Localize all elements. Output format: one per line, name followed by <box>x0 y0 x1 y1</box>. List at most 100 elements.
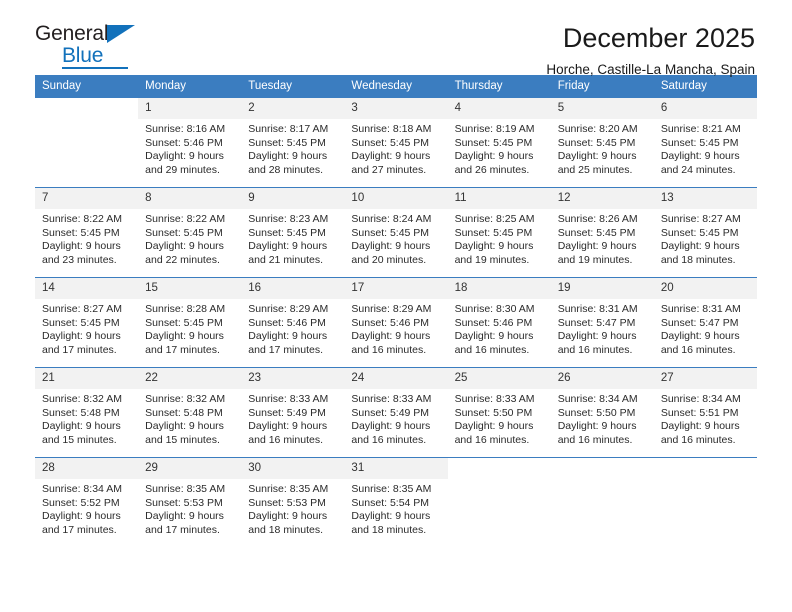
day-cell-4[interactable]: 4 Sunrise: 8:19 AM Sunset: 5:45 PM Daylight… <box>447 98 551 187</box>
day-cell-24[interactable]: 24 Sunrise: 8:33 AM Sunset: 5:49 PM Dayligh… <box>344 368 448 457</box>
day-cell-11[interactable]: 11 Sunrise: 8:25 AM Sunset: 5:45 PM Dayligh… <box>447 188 551 277</box>
day-cell-22[interactable]: 22 Sunrise: 8:32 AM Sunset: 5:48 PM Dayligh… <box>138 368 242 457</box>
day-number: 14 <box>35 278 139 299</box>
logo-text-blue: Blue <box>62 44 104 67</box>
day-number: 30 <box>241 458 345 479</box>
daylight-text-line1: Daylight: 9 hours <box>248 240 328 253</box>
daylight-text-line2: and 15 minutes. <box>145 433 220 446</box>
day-details: Sunrise: 8:33 AM Sunset: 5:50 PM Daylight:… <box>448 389 551 447</box>
sunset-text: Sunset: 5:46 PM <box>145 136 223 149</box>
sunset-text: Sunset: 5:50 PM <box>454 406 533 419</box>
day-cell-30[interactable]: 30 Sunrise: 8:35 AM Sunset: 5:53 PM Dayligh… <box>241 458 345 547</box>
day-cell-empty <box>35 98 139 187</box>
general-blue-logo[interactable]: General Blue <box>35 22 145 70</box>
day-details: Sunrise: 8:22 AM Sunset: 5:45 PM Daylight:… <box>35 209 138 267</box>
day-cell-10[interactable]: 10 Sunrise: 8:24 AM Sunset: 5:45 PM Dayligh… <box>344 188 448 277</box>
daylight-text-line2: and 18 minutes. <box>351 523 427 536</box>
day-number: 26 <box>550 368 654 389</box>
day-details: Sunrise: 8:16 AM Sunset: 5:46 PM Daylight:… <box>138 119 241 177</box>
weekday-header-saturday: Saturday <box>660 80 707 92</box>
day-cell-19[interactable]: 19 Sunrise: 8:31 AM Sunset: 5:47 PM Dayligh… <box>550 278 654 367</box>
day-cell-2[interactable]: 2 Sunrise: 8:17 AM Sunset: 5:45 PM Daylight… <box>241 98 345 187</box>
day-cell-18[interactable]: 18 Sunrise: 8:30 AM Sunset: 5:46 PM Dayligh… <box>447 278 551 367</box>
day-cell-16[interactable]: 16 Sunrise: 8:29 AM Sunset: 5:46 PM Dayligh… <box>241 278 345 367</box>
day-cell-31[interactable]: 31 Sunrise: 8:35 AM Sunset: 5:54 PM Dayligh… <box>344 458 448 547</box>
day-cell-26[interactable]: 26 Sunrise: 8:34 AM Sunset: 5:50 PM Dayligh… <box>550 368 654 457</box>
sunrise-text: Sunrise: 8:22 AM <box>145 213 226 225</box>
day-cell-13[interactable]: 13 Sunrise: 8:27 AM Sunset: 5:45 PM Dayligh… <box>653 188 757 277</box>
day-cell-1[interactable]: 1 Sunrise: 8:16 AM Sunset: 5:46 PM Daylight… <box>138 98 242 187</box>
daylight-text-line1: Daylight: 9 hours <box>660 420 740 433</box>
sunset-text: Sunset: 5:48 PM <box>42 406 120 419</box>
day-number: 15 <box>138 278 242 299</box>
day-cell-23[interactable]: 23 Sunrise: 8:33 AM Sunset: 5:49 PM Dayligh… <box>241 368 345 457</box>
daylight-text-line1: Daylight: 9 hours <box>454 240 534 253</box>
sunrise-text: Sunrise: 8:31 AM <box>557 303 638 315</box>
sunset-text: Sunset: 5:48 PM <box>145 406 223 419</box>
day-details: Sunrise: 8:32 AM Sunset: 5:48 PM Daylight:… <box>138 389 241 447</box>
sunset-text: Sunset: 5:45 PM <box>660 136 739 149</box>
day-cell-25[interactable]: 25 Sunrise: 8:33 AM Sunset: 5:50 PM Dayligh… <box>447 368 551 457</box>
day-details: Sunrise: 8:27 AM Sunset: 5:45 PM Daylight:… <box>654 209 757 267</box>
day-cell-17[interactable]: 17 Sunrise: 8:29 AM Sunset: 5:46 PM Dayligh… <box>344 278 448 367</box>
day-number: 5 <box>550 98 654 119</box>
daylight-text-line1: Daylight: 9 hours <box>42 420 121 433</box>
sunset-text: Sunset: 5:45 PM <box>145 316 223 329</box>
weekday-header-wednesday: Wednesday <box>351 80 412 92</box>
day-number <box>653 458 757 479</box>
daylight-text-line2: and 22 minutes. <box>145 253 220 266</box>
sunrise-text: Sunrise: 8:20 AM <box>557 123 638 135</box>
sunset-text: Sunset: 5:45 PM <box>351 226 430 239</box>
day-cell-3[interactable]: 3 Sunrise: 8:18 AM Sunset: 5:45 PM Daylight… <box>344 98 448 187</box>
day-cell-8[interactable]: 8 Sunrise: 8:22 AM Sunset: 5:45 PM Daylight… <box>138 188 242 277</box>
day-cell-6[interactable]: 6 Sunrise: 8:21 AM Sunset: 5:45 PM Daylight… <box>653 98 757 187</box>
sunset-text: Sunset: 5:53 PM <box>145 496 223 509</box>
day-details: Sunrise: 8:33 AM Sunset: 5:49 PM Daylight:… <box>344 389 447 447</box>
sunset-text: Sunset: 5:52 PM <box>42 496 120 509</box>
day-details: Sunrise: 8:35 AM Sunset: 5:54 PM Daylight:… <box>344 479 447 537</box>
logo-underline <box>62 67 128 69</box>
daylight-text-line1: Daylight: 9 hours <box>145 150 224 163</box>
day-details: Sunrise: 8:31 AM Sunset: 5:47 PM Daylight:… <box>654 299 757 357</box>
sunrise-text: Sunrise: 8:27 AM <box>660 213 741 225</box>
sunrise-text: Sunrise: 8:31 AM <box>660 303 741 315</box>
day-cell-21[interactable]: 21 Sunrise: 8:32 AM Sunset: 5:48 PM Dayligh… <box>35 368 139 457</box>
day-details: Sunrise: 8:34 AM Sunset: 5:52 PM Daylight:… <box>35 479 138 537</box>
calendar-week-row: 1 Sunrise: 8:16 AM Sunset: 5:46 PM Daylight… <box>35 98 757 187</box>
day-cell-15[interactable]: 15 Sunrise: 8:28 AM Sunset: 5:45 PM Dayligh… <box>138 278 242 367</box>
day-number: 4 <box>447 98 551 119</box>
day-cell-12[interactable]: 12 Sunrise: 8:26 AM Sunset: 5:45 PM Dayligh… <box>550 188 654 277</box>
daylight-text-line2: and 29 minutes. <box>145 163 220 176</box>
daylight-text-line1: Daylight: 9 hours <box>454 420 534 433</box>
daylight-text-line1: Daylight: 9 hours <box>454 150 534 163</box>
day-cell-27[interactable]: 27 Sunrise: 8:34 AM Sunset: 5:51 PM Dayligh… <box>653 368 757 457</box>
sunset-text: Sunset: 5:46 PM <box>248 316 326 329</box>
calendar-week-row: 14 Sunrise: 8:27 AM Sunset: 5:45 PM Dayligh… <box>35 277 757 367</box>
day-number: 19 <box>550 278 654 299</box>
daylight-text-line1: Daylight: 9 hours <box>145 420 224 433</box>
day-number: 20 <box>653 278 757 299</box>
daylight-text-line2: and 17 minutes. <box>42 343 117 356</box>
day-cell-14[interactable]: 14 Sunrise: 8:27 AM Sunset: 5:45 PM Dayligh… <box>35 278 139 367</box>
day-cell-28[interactable]: 28 Sunrise: 8:34 AM Sunset: 5:52 PM Dayligh… <box>35 458 139 547</box>
daylight-text-line2: and 23 minutes. <box>42 253 117 266</box>
calendar-week-row: 7 Sunrise: 8:22 AM Sunset: 5:45 PM Daylight… <box>35 187 757 277</box>
sunrise-text: Sunrise: 8:28 AM <box>145 303 226 315</box>
day-details: Sunrise: 8:27 AM Sunset: 5:45 PM Daylight:… <box>35 299 138 357</box>
sunset-text: Sunset: 5:45 PM <box>557 136 636 149</box>
day-cell-5[interactable]: 5 Sunrise: 8:20 AM Sunset: 5:45 PM Daylight… <box>550 98 654 187</box>
day-details: Sunrise: 8:21 AM Sunset: 5:45 PM Daylight:… <box>654 119 757 177</box>
calendar-weeks: 1 Sunrise: 8:16 AM Sunset: 5:46 PM Daylight… <box>35 98 757 547</box>
daylight-text-line2: and 27 minutes. <box>351 163 427 176</box>
daylight-text-line1: Daylight: 9 hours <box>42 330 121 343</box>
sunset-text: Sunset: 5:50 PM <box>557 406 636 419</box>
day-details: Sunrise: 8:23 AM Sunset: 5:45 PM Daylight:… <box>241 209 344 267</box>
day-cell-29[interactable]: 29 Sunrise: 8:35 AM Sunset: 5:53 PM Dayligh… <box>138 458 242 547</box>
sunset-text: Sunset: 5:46 PM <box>454 316 533 329</box>
day-cell-9[interactable]: 9 Sunrise: 8:23 AM Sunset: 5:45 PM Daylight… <box>241 188 345 277</box>
day-details: Sunrise: 8:30 AM Sunset: 5:46 PM Daylight:… <box>448 299 551 357</box>
day-cell-20[interactable]: 20 Sunrise: 8:31 AM Sunset: 5:47 PM Dayligh… <box>653 278 757 367</box>
day-cell-7[interactable]: 7 Sunrise: 8:22 AM Sunset: 5:45 PM Daylight… <box>35 188 139 277</box>
day-number: 16 <box>241 278 345 299</box>
day-details <box>550 479 654 483</box>
